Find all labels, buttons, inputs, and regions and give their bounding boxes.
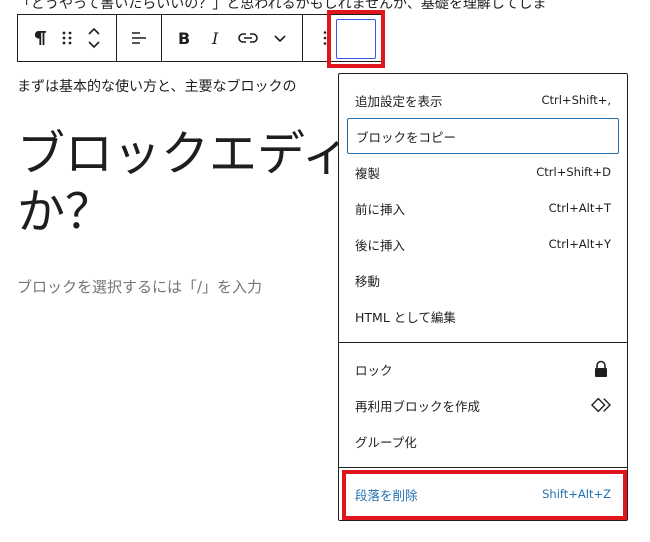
menu-item-label: 後に挿入 [355,237,406,253]
menu-item-copy-block[interactable]: ブロックをコピー [347,118,619,154]
menu-item-shortcut: Ctrl+Alt+T [548,201,611,215]
reusable-block-icon [591,395,611,415]
move-up-down-button[interactable] [78,20,110,56]
menu-item-label: HTML として編集 [355,309,456,325]
menu-item-shortcut: Ctrl+Alt+Y [548,237,611,251]
svg-text:I: I [211,29,219,48]
menu-item-lock[interactable]: ロック [347,351,619,387]
bold-icon: B [178,29,190,48]
align-group [117,15,162,61]
block-mover-group [18,15,117,61]
menu-item-show-settings[interactable]: 追加設定を表示 Ctrl+Shift+, [347,82,619,118]
menu-group-delete: 段落を削除 Shift+Alt+Z [339,468,627,520]
menu-item-label: ロック [355,362,393,378]
menu-group-block-actions: ロック 再利用ブロックを作成 グループ化 [339,343,627,468]
more-formats-button[interactable] [264,20,296,56]
menu-group-tools: 追加設定を表示 Ctrl+Shift+, ブロックをコピー 複製 Ctrl+Shif… [339,74,627,343]
menu-item-label: グループ化 [355,434,417,450]
paragraph-block-button[interactable] [24,20,56,56]
pilcrow-icon [34,31,46,45]
align-left-icon [132,32,146,44]
options-focus-ring [336,19,376,59]
menu-item-label: 段落を削除 [355,487,418,503]
svg-text:B: B [178,29,190,48]
menu-item-label: 前に挿入 [355,201,406,217]
chevron-up-down-icon [88,27,100,49]
block-toolbar: B I [17,14,382,62]
heading-text: ブロックエディ か？ [17,126,350,240]
document-top-text: 「どうやって書いたらいいの？」と思われるかもしれませんが、基礎を理解してしま [17,0,547,12]
menu-item-duplicate[interactable]: 複製 Ctrl+Shift+D [347,154,619,190]
more-vertical-icon [323,31,327,45]
menu-item-insert-after[interactable]: 後に挿入 Ctrl+Alt+Y [347,226,619,262]
block-options-menu: 追加設定を表示 Ctrl+Shift+, ブロックをコピー 複製 Ctrl+Shif… [338,73,628,521]
chevron-down-icon [274,35,286,43]
menu-item-label: 追加設定を表示 [355,93,443,109]
menu-item-delete-paragraph[interactable]: 段落を削除 Shift+Alt+Z [347,476,619,512]
link-icon [238,33,258,43]
heading-block[interactable]: ブロックエディ か？ [17,125,350,241]
menu-item-edit-html[interactable]: HTML として編集 [347,298,619,334]
menu-item-shortcut: Shift+Alt+Z [542,487,611,501]
drag-handle-button[interactable] [56,20,78,56]
menu-item-shortcut: Ctrl+Shift+, [541,93,611,107]
link-button[interactable] [232,20,264,56]
lock-icon [591,359,611,379]
menu-item-label: 再利用ブロックを作成 [355,398,481,414]
menu-item-insert-before[interactable]: 前に挿入 Ctrl+Alt+T [347,190,619,226]
menu-item-shortcut: Ctrl+Shift+D [536,165,611,179]
bold-button[interactable]: B [168,20,200,56]
align-button[interactable] [123,20,155,56]
menu-item-group[interactable]: グループ化 [347,423,619,459]
menu-item-label: ブロックをコピー [356,129,457,145]
block-placeholder[interactable]: ブロックを選択するには「/」を入力 [17,276,262,298]
menu-item-label: 移動 [355,273,381,289]
format-group: B I [162,15,303,61]
menu-item-create-reusable[interactable]: 再利用ブロックを作成 [347,387,619,423]
drag-handle-icon [62,31,72,45]
italic-icon: I [211,29,219,48]
paragraph-block[interactable]: まずは基本的な使い方と、主要なブロックの [17,77,296,97]
italic-button[interactable]: I [200,20,232,56]
menu-item-label: 複製 [355,165,381,181]
menu-item-move[interactable]: 移動 [347,262,619,298]
